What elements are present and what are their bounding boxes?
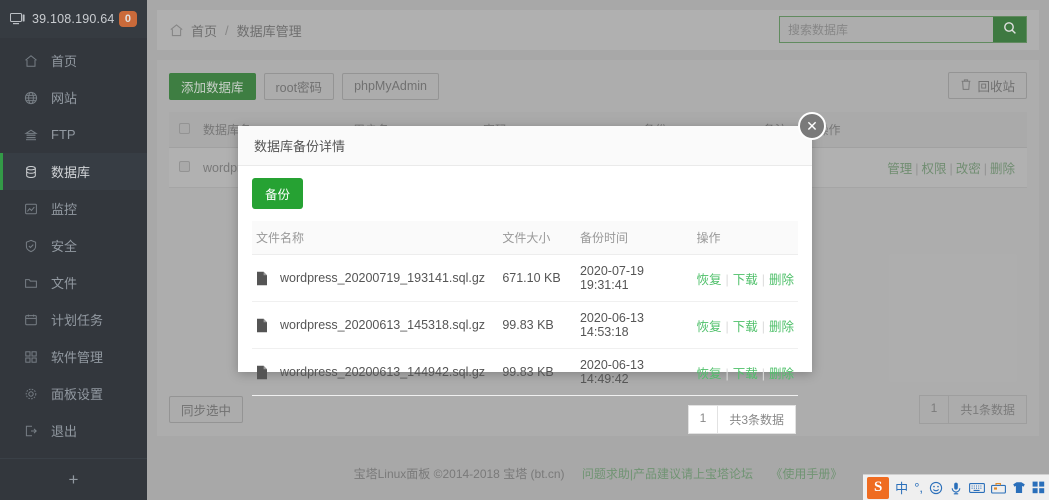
skin-icon[interactable] <box>1012 481 1026 494</box>
divider: | <box>761 272 765 287</box>
toolbox-icon[interactable] <box>991 482 1006 494</box>
cell-backup-time: 2020-06-13 14:49:42 <box>575 348 693 396</box>
file-icon <box>256 271 268 286</box>
restore-link[interactable]: 恢复 <box>696 367 721 381</box>
total-count-label: 共3条数据 <box>717 405 796 434</box>
column-file-name: 文件名称 <box>252 221 499 255</box>
table-row: wordpress_20200613_145318.sql.gz 99.83 K… <box>252 301 798 349</box>
divider: | <box>761 366 765 381</box>
cell-file-name: wordpress_20200719_193141.sql.gz <box>252 254 499 302</box>
file-name-text: wordpress_20200613_144942.sql.gz <box>280 365 486 379</box>
divider: | <box>725 366 729 381</box>
column-backup-time: 备份时间 <box>575 221 693 255</box>
ime-language-toggle[interactable]: 中 <box>895 478 908 497</box>
file-name-wrap: wordpress_20200613_145318.sql.gz <box>256 318 494 333</box>
column-operations: 操作 <box>692 221 798 255</box>
delete-link[interactable]: 删除 <box>769 273 794 287</box>
apps-icon[interactable] <box>1032 481 1045 494</box>
divider: | <box>725 319 729 334</box>
divider: | <box>761 319 765 334</box>
delete-link[interactable]: 删除 <box>769 367 794 381</box>
file-icon <box>256 365 268 380</box>
cell-operations: 恢复 | 下载 | 删除 <box>692 348 798 396</box>
ime-toolbar: S 中 °, <box>863 474 1049 500</box>
cell-file-size: 671.10 KB <box>498 254 576 302</box>
smiley-icon[interactable] <box>929 481 943 495</box>
file-name-text: wordpress_20200719_193141.sql.gz <box>280 271 486 285</box>
ime-punctuation-toggle[interactable]: °, <box>914 480 923 495</box>
backup-file-table: 文件名称 文件大小 备份时间 操作 wordpress_20200719_193… <box>252 221 798 396</box>
delete-link[interactable]: 删除 <box>769 320 794 334</box>
microphone-icon[interactable] <box>949 481 963 495</box>
modal-body: 备份 文件名称 文件大小 备份时间 操作 wordpress_20200719_… <box>238 166 812 434</box>
cell-operations: 恢复 | 下载 | 删除 <box>692 301 798 349</box>
backup-table-head: 文件名称 文件大小 备份时间 操作 <box>252 221 798 255</box>
column-file-size: 文件大小 <box>498 221 576 255</box>
cell-backup-time: 2020-06-13 14:53:18 <box>575 301 693 349</box>
backup-header-row: 文件名称 文件大小 备份时间 操作 <box>252 221 798 255</box>
keyboard-icon[interactable] <box>969 482 985 494</box>
file-name-text: wordpress_20200613_145318.sql.gz <box>280 318 486 332</box>
file-name-wrap: wordpress_20200719_193141.sql.gz <box>256 271 494 286</box>
close-icon[interactable]: ✕ <box>798 112 826 140</box>
restore-link[interactable]: 恢复 <box>696 273 721 287</box>
panel-app: 39.108.190.64 0 首页 网站 FTP 数据库 监控 安全 文件 计… <box>0 0 1049 500</box>
cell-file-size: 99.83 KB <box>498 301 576 349</box>
sogou-logo-icon[interactable]: S <box>867 476 890 499</box>
divider: | <box>725 272 729 287</box>
cell-file-name: wordpress_20200613_145318.sql.gz <box>252 301 499 349</box>
modal-title: 数据库备份详情 <box>238 126 812 166</box>
table-row: wordpress_20200613_144942.sql.gz 99.83 K… <box>252 348 798 396</box>
backup-table-body: wordpress_20200719_193141.sql.gz 671.10 … <box>252 254 798 396</box>
download-link[interactable]: 下载 <box>733 320 758 334</box>
cell-operations: 恢复 | 下载 | 删除 <box>692 254 798 302</box>
page-number[interactable]: 1 <box>687 405 719 434</box>
backup-button[interactable]: 备份 <box>252 178 304 209</box>
cell-file-name: wordpress_20200613_144942.sql.gz <box>252 348 499 396</box>
cell-backup-time: 2020-07-19 19:31:41 <box>575 254 693 302</box>
cell-file-size: 99.83 KB <box>498 348 576 396</box>
table-row: wordpress_20200719_193141.sql.gz 671.10 … <box>252 254 798 302</box>
modal-pagination: 1 共3条数据 <box>252 405 798 434</box>
backup-detail-modal: ✕ 数据库备份详情 备份 文件名称 文件大小 备份时间 操作 wordpress… <box>238 112 826 434</box>
download-link[interactable]: 下载 <box>733 273 758 287</box>
file-icon <box>256 318 268 333</box>
download-link[interactable]: 下载 <box>733 367 758 381</box>
restore-link[interactable]: 恢复 <box>696 320 721 334</box>
file-name-wrap: wordpress_20200613_144942.sql.gz <box>256 365 494 380</box>
